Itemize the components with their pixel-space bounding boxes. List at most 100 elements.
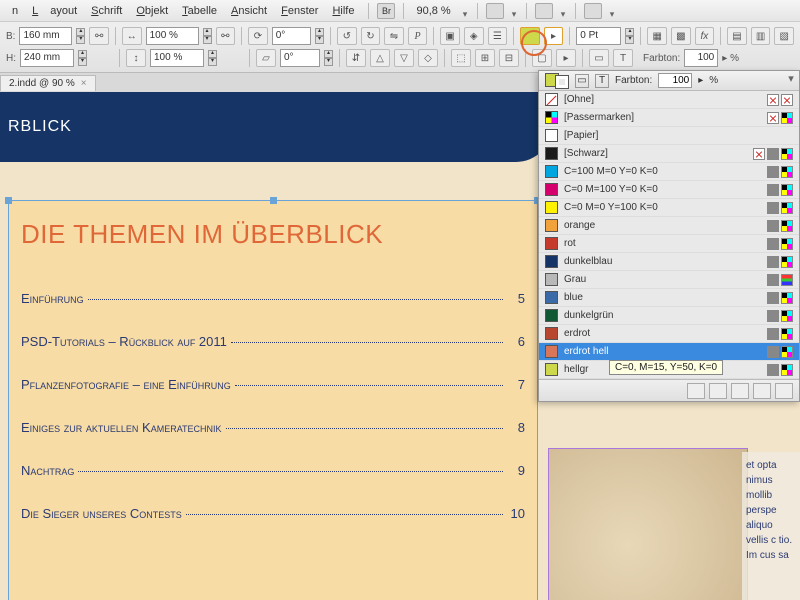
swatch-row[interactable]: [Passermarken] <box>539 109 799 127</box>
stroke-swatch-icon[interactable]: ▢ <box>532 49 552 67</box>
fx-icon-2[interactable]: ▩ <box>671 27 691 45</box>
select-content-icon[interactable]: ◈ <box>464 27 484 45</box>
swatches-list[interactable]: [Ohne][Passermarken][Papier] [Schwarz] C=1… <box>539 91 799 379</box>
menu-tabelle[interactable]: Tabelle <box>176 3 223 19</box>
document-tab[interactable]: 2.indd @ 90 % × <box>0 75 96 91</box>
swatch-name: [Schwarz] <box>564 148 747 159</box>
misc-icon-g[interactable]: ⊟ <box>499 49 519 67</box>
menu-layout[interactable]: Layout <box>26 3 83 19</box>
stroke-spinner[interactable]: ▴▾ <box>625 28 634 44</box>
rotate-field[interactable]: 0° <box>272 27 311 45</box>
swatch-row[interactable]: C=100 M=0 Y=0 K=0 <box>539 163 799 181</box>
swatch-row[interactable]: rot <box>539 235 799 253</box>
swatch-row[interactable]: dunkelgrün <box>539 307 799 325</box>
text-icon[interactable]: T <box>613 49 633 67</box>
fx-label-icon[interactable]: fx <box>695 27 715 45</box>
show-gradient-swatches-icon[interactable] <box>731 383 749 399</box>
stroke-arrow-icon[interactable]: ▸ <box>556 49 576 67</box>
screen-mode-icon[interactable] <box>535 3 553 19</box>
swatch-row[interactable]: [Schwarz] <box>539 145 799 163</box>
swatch-row[interactable]: Grau <box>539 271 799 289</box>
container-target-icon[interactable]: ▭ <box>575 74 589 88</box>
swatch-row[interactable]: dunkelblau <box>539 253 799 271</box>
width-spinner[interactable]: ▴▾ <box>76 28 85 44</box>
flip-v-icon[interactable]: ⇵ <box>346 49 366 67</box>
selection-handle[interactable] <box>270 197 277 204</box>
rotate-cw-icon[interactable]: ↻ <box>361 27 381 45</box>
menu-objekt[interactable]: Objekt <box>130 3 174 19</box>
link-wh-icon[interactable]: ⚯ <box>89 27 109 45</box>
shear-field[interactable]: 0° <box>280 49 320 67</box>
container-icon[interactable]: ▭ <box>589 49 609 67</box>
swatch-row[interactable]: erdrot hell <box>539 343 799 361</box>
dropdown-icon[interactable] <box>506 6 518 16</box>
swatch-row[interactable]: blue <box>539 289 799 307</box>
misc-icon-c[interactable]: ▽ <box>394 49 414 67</box>
misc-icon-f[interactable]: ⊞ <box>475 49 495 67</box>
menu-schrift[interactable]: Schrift <box>85 3 128 19</box>
misc-icon-e[interactable]: ⬚ <box>451 49 471 67</box>
swatch-row[interactable]: hellgrC=0, M=15, Y=50, K=0 <box>539 361 799 379</box>
fx-icon-1[interactable]: ▦ <box>647 27 667 45</box>
menu-hilfe[interactable]: Hilfe <box>326 3 360 19</box>
swatch-row[interactable]: [Papier] <box>539 127 799 145</box>
swatches-panel[interactable]: ▾ ▭ T Farbton: ▸ % [Ohne][Passermarken][… <box>538 70 800 402</box>
fill-stroke-proxy[interactable] <box>545 73 569 89</box>
wrap-icon-3[interactable]: ▧ <box>774 27 794 45</box>
swatch-row[interactable]: C=0 M=0 Y=100 K=0 <box>539 199 799 217</box>
tint-slider-icon[interactable]: ▸ <box>698 75 703 86</box>
height-spinner[interactable]: ▴▾ <box>78 50 87 66</box>
shear-spinner[interactable]: ▴▾ <box>324 50 333 66</box>
scale-y-field[interactable]: 100 % <box>150 49 204 67</box>
swatches-header: ▭ T Farbton: ▸ % <box>539 71 799 91</box>
text-target-icon[interactable]: T <box>595 74 609 88</box>
scale-y-spinner[interactable]: ▴▾ <box>208 50 217 66</box>
show-all-swatches-icon[interactable] <box>687 383 705 399</box>
swatch-row[interactable]: C=0 M=100 Y=0 K=0 <box>539 181 799 199</box>
link-scale-icon[interactable]: ⚯ <box>216 27 236 45</box>
selected-text-frame[interactable]: DIE THEMEN IM ÜBERBLICK Einführung5 PSD-… <box>8 200 538 600</box>
dropdown-icon[interactable] <box>604 6 616 16</box>
fill-arrow-icon[interactable]: ▸ <box>544 27 564 45</box>
menu-file-end[interactable]: n <box>6 3 24 19</box>
dropdown-icon[interactable] <box>555 6 567 16</box>
width-field[interactable]: 160 mm <box>19 27 72 45</box>
swatch-row[interactable]: orange <box>539 217 799 235</box>
wrap-icon-2[interactable]: ▥ <box>751 27 771 45</box>
flip-h-icon[interactable]: ⇋ <box>384 27 404 45</box>
rotate-ccw-icon[interactable]: ↺ <box>337 27 357 45</box>
zoom-dropdown-icon[interactable] <box>457 6 469 16</box>
toc-row: Einiges zur aktuellen Kameratechnik8 <box>21 420 525 435</box>
scale-x-field[interactable]: 100 % <box>146 27 199 45</box>
misc-icon-b[interactable]: △ <box>370 49 390 67</box>
placed-image[interactable] <box>548 448 748 600</box>
menu-fenster[interactable]: Fenster <box>275 3 324 19</box>
fill-swatch-icon[interactable] <box>520 27 540 45</box>
p-icon[interactable]: P <box>408 27 428 45</box>
new-swatch-icon[interactable] <box>753 383 771 399</box>
misc-icon-a[interactable]: ☰ <box>488 27 508 45</box>
scale-x-spinner[interactable]: ▴▾ <box>203 28 212 44</box>
close-icon[interactable]: × <box>81 78 87 89</box>
height-field[interactable]: 240 mm <box>20 49 74 67</box>
select-container-icon[interactable]: ▣ <box>440 27 460 45</box>
bridge-icon[interactable]: Br <box>377 3 395 19</box>
arrange-icon[interactable] <box>584 3 602 19</box>
swatch-type-icons <box>767 112 793 124</box>
menu-ansicht[interactable]: Ansicht <box>225 3 273 19</box>
panel-menu-icon[interactable]: ▾ <box>785 74 797 86</box>
stroke-weight-field[interactable]: 0 Pt <box>576 27 621 45</box>
delete-swatch-icon[interactable] <box>775 383 793 399</box>
show-color-swatches-icon[interactable] <box>709 383 727 399</box>
rotate-spinner[interactable]: ▴▾ <box>315 28 324 44</box>
swatch-row[interactable]: erdrot <box>539 325 799 343</box>
misc-icon-d[interactable]: ◇ <box>418 49 438 67</box>
view-mode-icon[interactable] <box>486 3 504 19</box>
selection-handle[interactable] <box>5 197 12 204</box>
tint-input[interactable] <box>658 73 692 88</box>
swatch-row[interactable]: [Ohne] <box>539 91 799 109</box>
swatch-type-icons <box>767 292 793 304</box>
tint-field[interactable]: 100 <box>684 49 718 67</box>
zoom-level[interactable]: 90,8 % <box>412 5 454 17</box>
wrap-icon-1[interactable]: ▤ <box>727 27 747 45</box>
